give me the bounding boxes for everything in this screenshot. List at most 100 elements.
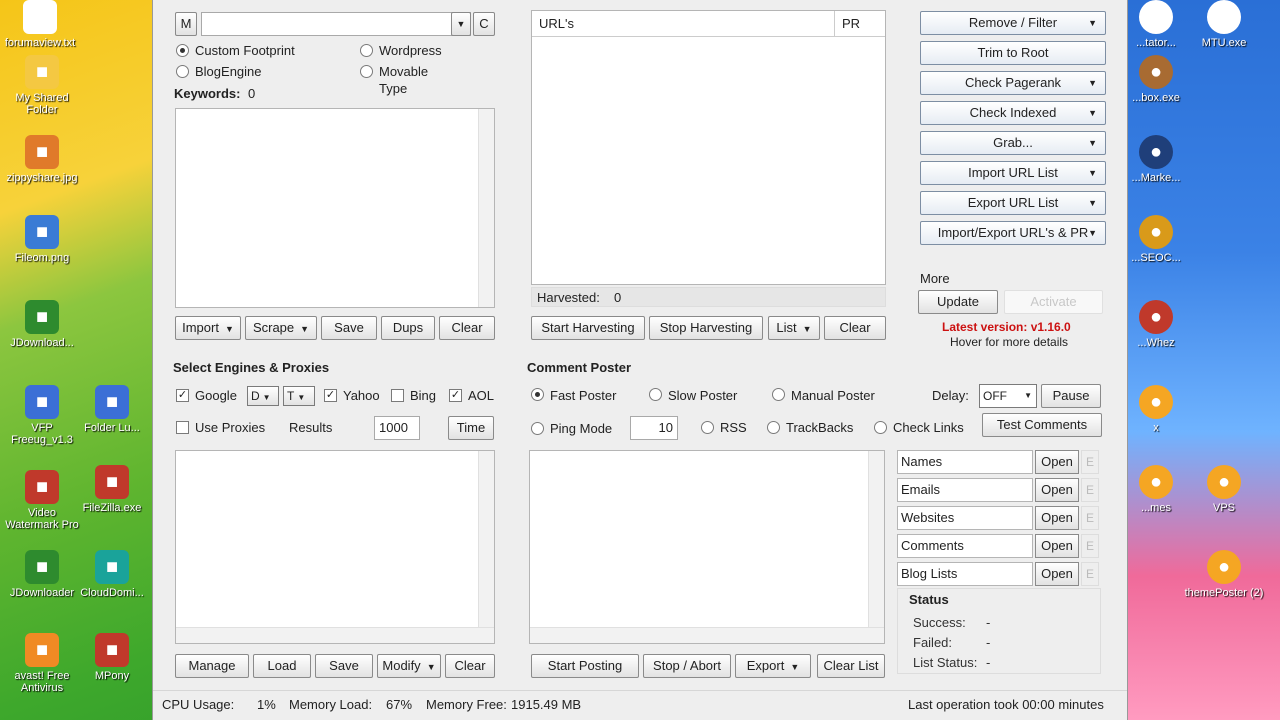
manage-list-button[interactable]: Remove / Filter ▼ [920, 11, 1106, 35]
scrape-button[interactable]: Scrape ▼ [245, 316, 317, 340]
proxies-clear-button[interactable]: Clear [445, 654, 495, 678]
urls-list[interactable]: URL's PR [531, 10, 886, 285]
stop-abort-button[interactable]: Stop / Abort [643, 654, 731, 678]
desktop-icon[interactable]: ■ JDownloader [2, 550, 82, 599]
open-button[interactable]: Open [1035, 534, 1079, 558]
poster-field-comments[interactable]: Comments [897, 534, 1033, 558]
proxies-scrollbar-v[interactable] [478, 451, 494, 627]
open-button[interactable]: Open [1035, 506, 1079, 530]
radio-manual-poster[interactable] [772, 388, 785, 401]
open-button[interactable]: Open [1035, 478, 1079, 502]
google-d-dropdown[interactable]: D ▼ [247, 386, 279, 406]
manage-list-button[interactable]: Trim to Root [920, 41, 1106, 65]
google-checkbox[interactable]: ✓ [176, 389, 189, 402]
poster-results-list[interactable] [529, 450, 885, 644]
urls-column-header[interactable]: URL's [539, 16, 574, 31]
edit-button[interactable]: E [1081, 450, 1099, 474]
c-button[interactable]: C [473, 12, 495, 36]
desktop-icon[interactable]: ● ...box.exe [1116, 55, 1196, 104]
list-button[interactable]: List ▼ [768, 316, 820, 340]
desktop-icon[interactable]: ■ Video Watermark Pro [2, 470, 82, 531]
start-harvesting-button[interactable]: Start Harvesting [531, 316, 645, 340]
time-button[interactable]: Time [448, 416, 494, 440]
m-button[interactable]: M [175, 12, 197, 36]
desktop-icon[interactable]: ■ forumaview.txt [0, 0, 80, 49]
keywords-save-button[interactable]: Save [321, 316, 377, 340]
test-comments-button[interactable]: Test Comments [982, 413, 1102, 437]
pause-button[interactable]: Pause [1041, 384, 1101, 408]
results-input[interactable]: 1000 [374, 416, 420, 440]
desktop-icon[interactable]: ● MTU.exe [1184, 0, 1264, 49]
radio-slow-poster[interactable] [649, 388, 662, 401]
activate-button[interactable]: Activate [1004, 290, 1103, 314]
proxies-textarea[interactable] [175, 450, 495, 644]
radio-wordpress[interactable] [360, 44, 373, 57]
keywords-textarea[interactable] [175, 108, 495, 308]
desktop-icon[interactable]: ● ...SEOC... [1116, 215, 1196, 264]
footprint-input[interactable] [201, 12, 471, 36]
poster-scrollbar-h[interactable] [530, 627, 884, 643]
ping-threads-input[interactable]: 10 [630, 416, 678, 440]
desktop-icon[interactable]: ■ JDownload... [2, 300, 82, 349]
desktop-icon[interactable]: ■ VFP Freeug_v1.3 [2, 385, 82, 446]
desktop-icon[interactable]: ■ Folder Lu... [72, 385, 152, 434]
dups-button[interactable]: Dups [381, 316, 435, 340]
footprint-dropdown-icon[interactable]: ▼ [451, 12, 471, 36]
manage-button[interactable]: Manage [175, 654, 249, 678]
manage-list-button[interactable]: Import/Export URL's & PR ▼ [920, 221, 1106, 245]
desktop-icon[interactable]: ■ avast! Free Antivirus [2, 633, 82, 694]
desktop-icon[interactable]: ● themePoster (2) [1184, 550, 1264, 599]
urls-clear-button[interactable]: Clear [824, 316, 886, 340]
poster-field-websites[interactable]: Websites [897, 506, 1033, 530]
keywords-clear-button[interactable]: Clear [439, 316, 495, 340]
poster-field-blog-lists[interactable]: Blog Lists [897, 562, 1033, 586]
open-button[interactable]: Open [1035, 562, 1079, 586]
export-button[interactable]: Export ▼ [735, 654, 811, 678]
radio-blogengine[interactable] [176, 65, 189, 78]
start-posting-button[interactable]: Start Posting [531, 654, 639, 678]
delay-dropdown[interactable]: OFF ▼ [979, 384, 1037, 408]
edit-button[interactable]: E [1081, 506, 1099, 530]
poster-field-emails[interactable]: Emails [897, 478, 1033, 502]
yahoo-checkbox[interactable]: ✓ [324, 389, 337, 402]
poster-field-names[interactable]: Names [897, 450, 1033, 474]
radio-movable-type[interactable] [360, 65, 373, 78]
import-button[interactable]: Import ▼ [175, 316, 241, 340]
radio-ping-mode[interactable] [531, 422, 544, 435]
radio-fast-poster[interactable] [531, 388, 544, 401]
desktop-icon[interactable]: ● x [1116, 385, 1196, 434]
manage-list-button[interactable]: Check Pagerank ▼ [920, 71, 1106, 95]
radio-rss[interactable] [701, 421, 714, 434]
edit-button[interactable]: E [1081, 478, 1099, 502]
desktop-icon[interactable]: ■ zippyshare.jpg [2, 135, 82, 184]
poster-scrollbar-v[interactable] [868, 451, 884, 627]
desktop-icon[interactable]: ■ FileZilla.exe [72, 465, 152, 514]
manage-list-button[interactable]: Grab... ▼ [920, 131, 1106, 155]
desktop-icon[interactable]: ■ MPony [72, 633, 152, 682]
clear-list-button[interactable]: Clear List [817, 654, 885, 678]
pr-column-header[interactable]: PR [842, 16, 860, 31]
manage-list-button[interactable]: Export URL List ▼ [920, 191, 1106, 215]
stop-harvesting-button[interactable]: Stop Harvesting [649, 316, 763, 340]
keywords-scrollbar[interactable] [478, 109, 494, 307]
desktop-icon[interactable]: ■ My Shared Folder [2, 55, 82, 116]
google-t-dropdown[interactable]: T ▼ [283, 386, 315, 406]
aol-checkbox[interactable]: ✓ [449, 389, 462, 402]
radio-trackbacks[interactable] [767, 421, 780, 434]
manage-list-button[interactable]: Check Indexed ▼ [920, 101, 1106, 125]
bing-checkbox[interactable] [391, 389, 404, 402]
update-button[interactable]: Update [918, 290, 998, 314]
radio-custom-footprint[interactable] [176, 44, 189, 57]
desktop-icon[interactable]: ■ CloudDomi... [72, 550, 152, 599]
radio-check-links[interactable] [874, 421, 887, 434]
edit-button[interactable]: E [1081, 534, 1099, 558]
desktop-icon[interactable]: ● ...Whez [1116, 300, 1196, 349]
desktop-icon[interactable]: ■ Fileom.png [2, 215, 82, 264]
use-proxies-checkbox[interactable] [176, 421, 189, 434]
modify-button[interactable]: Modify ▼ [377, 654, 441, 678]
proxies-save-button[interactable]: Save [315, 654, 373, 678]
open-button[interactable]: Open [1035, 450, 1079, 474]
desktop-icon[interactable]: ● VPS [1184, 465, 1264, 514]
edit-button[interactable]: E [1081, 562, 1099, 586]
proxies-scrollbar-h[interactable] [176, 627, 494, 643]
